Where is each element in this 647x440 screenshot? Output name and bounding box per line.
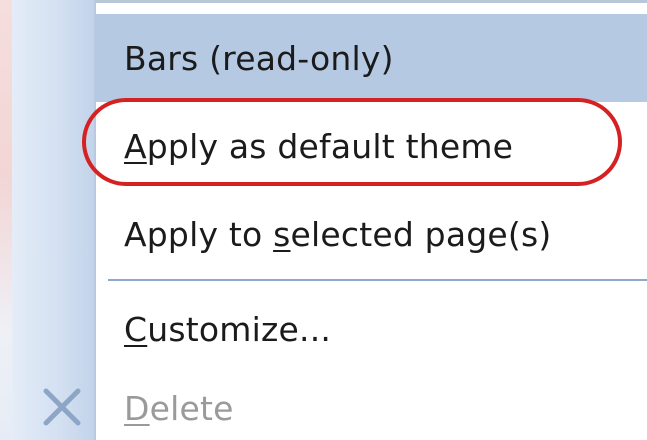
menu-item-label: Apply to selected page(s): [124, 214, 552, 254]
menu-item-apply-as-default-theme[interactable]: Apply as default theme: [96, 102, 647, 190]
menu-separator: [108, 279, 647, 281]
menu-item-customize[interactable]: Customize...: [96, 285, 647, 373]
menu-item-label: Customize...: [124, 309, 332, 349]
menu-item-label: Bars (read-only): [124, 38, 394, 78]
context-menu: Bars (read-only) Apply as default theme …: [12, 0, 647, 440]
mnemonic-letter: D: [124, 388, 150, 428]
mnemonic-letter: C: [124, 309, 148, 349]
screenshot-stage: Bars (read-only) Apply as default theme …: [0, 0, 647, 440]
menu-item-label: Apply as default theme: [124, 126, 514, 166]
mnemonic-letter: A: [124, 126, 147, 166]
menu-top-border: [12, 0, 647, 3]
menu-icon-gutter: [12, 0, 94, 440]
menu-item-bars-read-only[interactable]: Bars (read-only): [96, 14, 647, 102]
close-x-icon: [43, 388, 81, 426]
mnemonic-letter: s: [273, 214, 291, 254]
menu-item-delete: Delete: [96, 368, 647, 440]
menu-item-label: Delete: [124, 388, 234, 428]
menu-item-apply-to-selected-pages[interactable]: Apply to selected page(s): [96, 190, 647, 278]
